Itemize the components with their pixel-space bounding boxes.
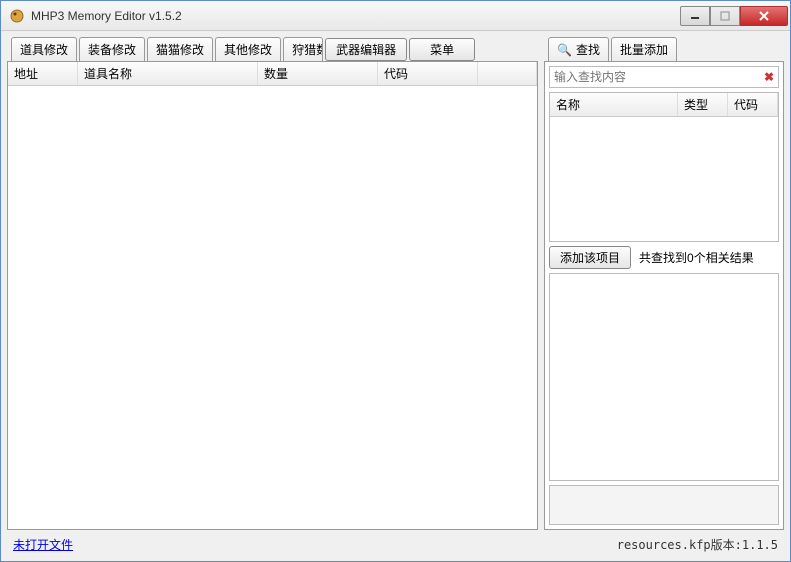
- search-field-wrap: ✖: [549, 66, 779, 88]
- item-grid[interactable]: 地址 道具名称 数量 代码: [7, 61, 538, 530]
- result-summary: 共查找到0个相关结果: [639, 249, 754, 266]
- col-address[interactable]: 地址: [8, 62, 78, 85]
- resource-version: resources.kfp版本:1.1.5: [617, 536, 778, 553]
- client-area: 道具修改 装备修改 猫猫修改 其他修改 狩猎数 武器编辑器 菜单 地址 道具名称…: [1, 31, 790, 561]
- tab-equipment[interactable]: 装备修改: [79, 37, 145, 61]
- col-result-name[interactable]: 名称: [550, 93, 678, 116]
- preview-box: [549, 485, 779, 525]
- tab-batch-add[interactable]: 批量添加: [611, 37, 677, 61]
- results-header: 名称 类型 代码: [550, 93, 778, 117]
- left-pane: 道具修改 装备修改 猫猫修改 其他修改 狩猎数 武器编辑器 菜单 地址 道具名称…: [7, 37, 538, 530]
- add-row: 添加该项目 共查找到0个相关结果: [549, 246, 779, 269]
- tab-items[interactable]: 道具修改: [11, 37, 77, 61]
- col-item-name[interactable]: 道具名称: [78, 62, 258, 85]
- search-input[interactable]: [550, 67, 760, 87]
- clear-search-icon[interactable]: ✖: [760, 70, 778, 84]
- window-controls: [680, 6, 788, 26]
- app-window: MHP3 Memory Editor v1.5.2 道具修改 装备修改 猫猫修改…: [0, 0, 791, 562]
- col-quantity[interactable]: 数量: [258, 62, 378, 85]
- menu-button[interactable]: 菜单: [409, 38, 475, 61]
- app-icon: [9, 8, 25, 24]
- grid-header: 地址 道具名称 数量 代码: [8, 62, 537, 86]
- minimize-button[interactable]: [680, 6, 710, 26]
- maximize-button[interactable]: [710, 6, 740, 26]
- col-result-code[interactable]: 代码: [728, 93, 778, 116]
- window-title: MHP3 Memory Editor v1.5.2: [31, 9, 680, 23]
- title-bar[interactable]: MHP3 Memory Editor v1.5.2: [1, 1, 790, 31]
- status-bar: 未打开文件 resources.kfp版本:1.1.5: [7, 534, 784, 555]
- tab-weapon-editor[interactable]: 武器编辑器: [325, 38, 407, 61]
- col-result-type[interactable]: 类型: [678, 93, 728, 116]
- open-file-link[interactable]: 未打开文件: [13, 536, 73, 553]
- right-pane: 🔍 查找 批量添加 ✖ 名称 类型 代码: [544, 37, 784, 530]
- tab-other[interactable]: 其他修改: [215, 37, 281, 61]
- details-box[interactable]: [549, 273, 779, 481]
- search-icon: 🔍: [557, 43, 572, 57]
- close-button[interactable]: [740, 6, 788, 26]
- col-code[interactable]: 代码: [378, 62, 478, 85]
- tab-search[interactable]: 🔍 查找: [548, 37, 609, 61]
- right-tabs: 🔍 查找 批量添加: [544, 37, 784, 61]
- search-results-grid[interactable]: 名称 类型 代码: [549, 92, 779, 242]
- col-spacer: [478, 62, 537, 85]
- tab-search-label: 查找: [576, 43, 600, 57]
- main-row: 道具修改 装备修改 猫猫修改 其他修改 狩猎数 武器编辑器 菜单 地址 道具名称…: [7, 37, 784, 530]
- search-panel: ✖ 名称 类型 代码 添加该项目 共查找到0个相关结果: [544, 61, 784, 530]
- tab-cats[interactable]: 猫猫修改: [147, 37, 213, 61]
- add-item-button[interactable]: 添加该项目: [549, 246, 631, 269]
- left-tabs: 道具修改 装备修改 猫猫修改 其他修改 狩猎数 武器编辑器 菜单: [7, 37, 538, 61]
- tab-hunts[interactable]: 狩猎数: [283, 37, 323, 61]
